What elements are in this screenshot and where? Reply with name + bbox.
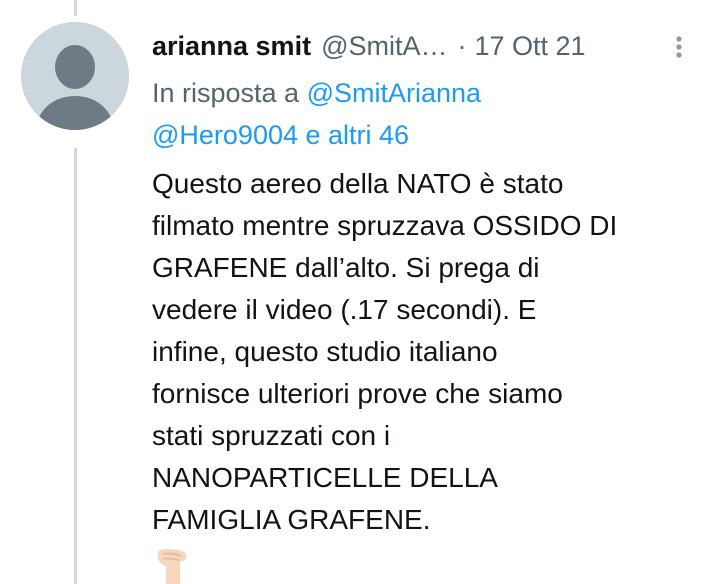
author-handle[interactable]: @SmitA…	[321, 31, 447, 62]
tweet-text: Questo aereo della NATO è stato filmato …	[152, 163, 707, 541]
tweet-text-line: filmato mentre spruzzava OSSIDO DI	[152, 210, 618, 241]
tweet-text-line: NANOPARTICELLE DELLA	[152, 462, 498, 493]
more-vertical-icon[interactable]	[672, 32, 686, 62]
pointing-down-hand-emoji-icon	[158, 548, 187, 584]
thread-line-bottom	[74, 148, 77, 584]
tweet-text-line: FAMIGLIA GRAFENE.	[152, 504, 431, 535]
reply-mention-others[interactable]: @Hero9004 e altri 46	[152, 120, 409, 150]
default-profile-icon	[21, 22, 129, 130]
author-name[interactable]: arianna smit	[152, 31, 311, 62]
tweet-text-line: Questo aereo della NATO è stato	[152, 168, 564, 199]
tweet-date[interactable]: 17 Ott 21	[474, 31, 585, 62]
thread-line-top	[74, 0, 77, 16]
avatar[interactable]	[21, 22, 129, 130]
reply-prefix: In risposta a	[152, 78, 300, 108]
tweet-header: arianna smit @SmitA… · 17 Ott 21	[152, 28, 692, 64]
tweet-text-line: vedere il video (.17 secondi). E	[152, 294, 537, 325]
tweet-text-line: fornisce ulteriori prove che siamo	[152, 378, 563, 409]
tweet-text-line: stati spruzzati con i	[152, 420, 391, 451]
tweet-text-line: GRAFENE dall’alto. Si prega di	[152, 252, 540, 283]
reply-mention-smitarianna[interactable]: @SmitArianna	[307, 78, 481, 108]
tweet-text-line: infine, questo studio italiano	[152, 336, 498, 367]
separator-dot: ·	[457, 30, 467, 61]
reply-context: In risposta a @SmitArianna @Hero9004 e a…	[152, 72, 572, 156]
